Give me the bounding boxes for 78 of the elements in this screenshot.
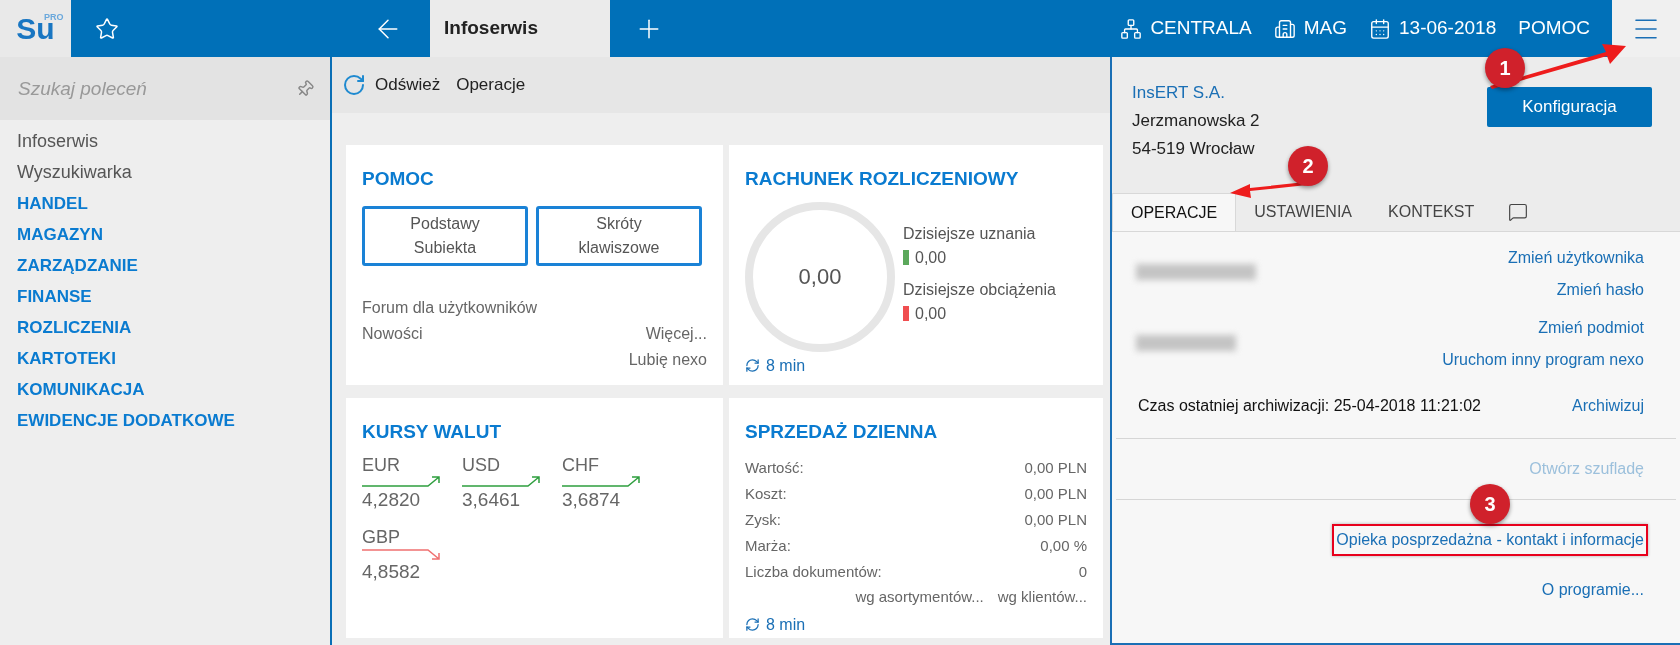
sidebar-item[interactable]: FINANSE — [17, 281, 92, 312]
like-link[interactable]: Lubię nexo — [628, 347, 707, 372]
operations-button[interactable]: Operacje — [456, 72, 526, 98]
panel-tab[interactable]: OPERACJE — [1112, 193, 1237, 231]
panel-tab[interactable]: KONTEKST — [1370, 193, 1493, 231]
archive-info: Czas ostatniej archiwizacji: 25-04-2018 11:21:02 — [1138, 396, 1481, 416]
sales-label: Marża: — [745, 535, 791, 556]
legend-label: Dzisiejsze obciążenia — [903, 279, 1057, 300]
tab[interactable]: Infoserwis — [430, 0, 610, 57]
calendar-icon — [1369, 17, 1391, 40]
company-street: Jerzmanowska 2 — [1132, 110, 1260, 132]
tile-title: SPRZEDAŻ DZIENNA — [745, 420, 938, 444]
tile-title: RACHUNEK ROZLICZENIOWY — [745, 167, 1019, 191]
sales-value: 0,00 PLN — [1024, 483, 1087, 504]
sidebar-item[interactable]: KARTOTEKI — [17, 343, 116, 374]
about-link[interactable]: O programie... — [1541, 578, 1644, 602]
refresh-interval-button[interactable]: 8 min — [745, 612, 806, 637]
refresh-icon — [745, 617, 760, 632]
sidebar-item[interactable]: MAGAZYN — [17, 219, 103, 250]
menu-link[interactable]: Zmień hasło — [1556, 274, 1644, 306]
menu-link[interactable]: Uruchom inny program nexo — [1442, 344, 1644, 376]
network-icon — [1120, 17, 1143, 40]
building-icon — [1273, 17, 1296, 40]
sales-value: 0 — [1078, 561, 1087, 582]
currency-rate: 4,2820 — [362, 488, 421, 511]
currency-code: USD — [462, 454, 500, 475]
panel-tab[interactable]: USTAWIENIA — [1236, 193, 1371, 231]
top-bar-item[interactable]: 13-06-2018 — [1369, 14, 1497, 43]
sidebar-item[interactable]: HANDEL — [17, 188, 88, 219]
app-logo: SuPRO — [0, 0, 71, 57]
sales-value: 0,00 % — [1040, 535, 1087, 556]
sidebar-item[interactable]: EWIDENCJE DODATKOWE — [17, 405, 235, 436]
tile-title: POMOC — [362, 167, 434, 191]
help-topic-button[interactable]: Podstawy Subiekta — [362, 205, 528, 266]
sidebar-item[interactable]: Wyszukiwarka — [17, 157, 132, 188]
forum-link[interactable]: Forum dla użytkowników — [362, 295, 538, 320]
currency-rate: 3,6874 — [562, 488, 621, 511]
refresh-button[interactable]: Odśwież — [342, 72, 441, 98]
tile-title: KURSY WALUT — [362, 420, 501, 444]
archive-link[interactable]: Archiwizuj — [1572, 394, 1644, 418]
menu-link[interactable]: Zmień podmiot — [1538, 312, 1644, 344]
currency-rate: 4,8582 — [362, 560, 421, 583]
legend-value: 0,00 — [915, 303, 947, 324]
configuration-button[interactable]: Konfiguracja — [1487, 87, 1652, 127]
company-name: InsERT S.A. — [1132, 82, 1225, 104]
top-bar-item[interactable]: CENTRALA — [1120, 14, 1252, 43]
legend-label: Dzisiejsze uznania — [903, 223, 1037, 244]
speech-bubble-icon — [1508, 202, 1529, 222]
refresh-icon — [745, 358, 760, 373]
support-link[interactable]: Opieka posprzedażna - kontakt i informacje — [1332, 524, 1648, 556]
news-link[interactable]: Nowości — [362, 321, 423, 346]
refresh-interval-button[interactable]: 8 min — [745, 353, 806, 378]
sales-value: 0,00 PLN — [1024, 509, 1087, 530]
help-topic-button[interactable]: Skróty klawiszowe — [536, 205, 702, 266]
sales-breakdown-link[interactable]: wg asortymentów... — [855, 584, 984, 609]
sales-breakdown-link[interactable]: wg klientów... — [997, 584, 1087, 609]
sales-label: Liczba dokumentów: — [745, 561, 882, 582]
top-bar-item[interactable]: POMOC — [1518, 14, 1590, 43]
balance-ring: 0,00 — [745, 201, 895, 352]
currency-code: GBP — [362, 526, 400, 547]
sales-label: Zysk: — [745, 509, 781, 530]
sidebar-item[interactable]: Infoserwis — [17, 126, 99, 157]
top-bar-item[interactable]: MAG — [1273, 14, 1347, 43]
refresh-icon — [342, 73, 366, 97]
sidebar-item[interactable]: ZARZĄDZANIE — [17, 250, 138, 281]
currency-code: EUR — [362, 454, 400, 475]
sales-label: Wartość: — [745, 457, 804, 478]
sales-value: 0,00 PLN — [1024, 457, 1087, 478]
more-link[interactable]: Więcej... — [645, 321, 707, 346]
sidebar-item[interactable]: KOMUNIKACJA — [17, 374, 145, 405]
company-city: 54-519 Wrocław — [1132, 138, 1255, 160]
search-field[interactable]: Szukaj poleceń — [0, 57, 280, 120]
sidebar-item[interactable]: ROZLICZENIA — [17, 312, 132, 343]
legend-value: 0,00 — [915, 247, 947, 268]
currency-code: CHF — [562, 454, 599, 475]
menu-link[interactable]: Zmień użytkownika — [1507, 242, 1644, 274]
currency-rate: 3,6461 — [462, 488, 521, 511]
sales-label: Koszt: — [745, 483, 787, 504]
